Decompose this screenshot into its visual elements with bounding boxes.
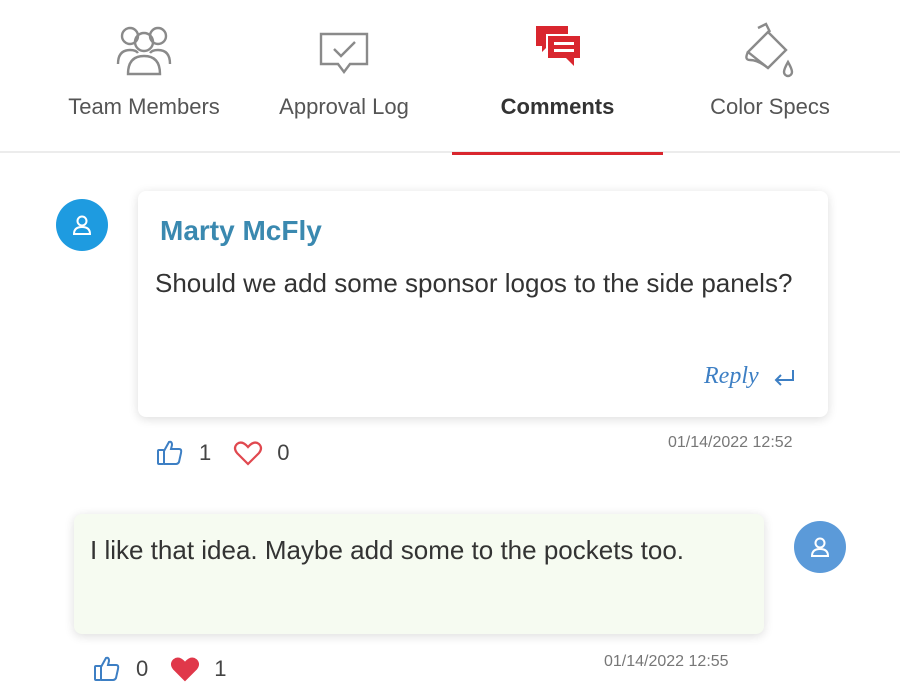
like-button[interactable]: 0 <box>92 654 170 684</box>
comment-text: Should we add some sponsor logos to the … <box>155 268 793 298</box>
comments-icon <box>526 20 590 80</box>
like-count: 0 <box>136 656 149 681</box>
tab-bar: Team Members Approval Log Comments Color… <box>0 0 900 155</box>
avatar <box>56 199 108 251</box>
heart-filled-icon <box>171 657 200 682</box>
comment-reactions: 1 0 <box>155 438 312 468</box>
comment-timestamp: 01/14/2022 12:55 <box>604 653 729 670</box>
heart-button[interactable]: 0 <box>233 439 311 467</box>
like-count: 1 <box>199 440 212 465</box>
comment-timestamp: 01/14/2022 12:52 <box>668 434 793 451</box>
avatar <box>794 521 846 573</box>
tab-label: Approval Log <box>279 94 409 119</box>
tab-label: Team Members <box>68 94 220 119</box>
comment-author: Marty McFly <box>160 215 322 246</box>
thumbs-up-icon <box>94 656 120 681</box>
comments-page: Team Members Approval Log Comments Color… <box>0 0 900 700</box>
thumbs-up-icon <box>157 440 183 465</box>
team-icon <box>112 20 176 80</box>
tab-team-members[interactable]: Team Members <box>40 0 248 153</box>
approval-check-icon <box>312 20 376 80</box>
paint-bucket-icon <box>738 20 802 80</box>
user-icon <box>810 537 830 557</box>
comment-card: Marty McFly Should we add some sponsor l… <box>138 191 828 417</box>
active-tab-indicator <box>452 152 663 155</box>
comment-reactions: 0 1 <box>92 654 249 684</box>
tab-approval-log[interactable]: Approval Log <box>240 0 448 153</box>
user-icon <box>72 215 92 235</box>
comment-card: I like that idea. Maybe add some to the … <box>74 514 764 634</box>
tab-comments[interactable]: Comments <box>452 0 663 155</box>
like-button[interactable]: 1 <box>155 438 233 468</box>
heart-count: 1 <box>214 656 227 681</box>
reply-arrow-icon <box>774 369 794 386</box>
heart-icon <box>234 441 263 466</box>
tab-label: Color Specs <box>710 94 830 119</box>
heart-count: 0 <box>277 440 290 465</box>
reply-button[interactable]: Reply <box>704 363 795 390</box>
tab-label: Comments <box>500 94 615 119</box>
reply-label: Reply <box>704 363 759 389</box>
heart-button[interactable]: 1 <box>170 655 248 683</box>
tab-color-specs[interactable]: Color Specs <box>665 0 875 153</box>
comment-text: I like that idea. Maybe add some to the … <box>90 535 685 565</box>
